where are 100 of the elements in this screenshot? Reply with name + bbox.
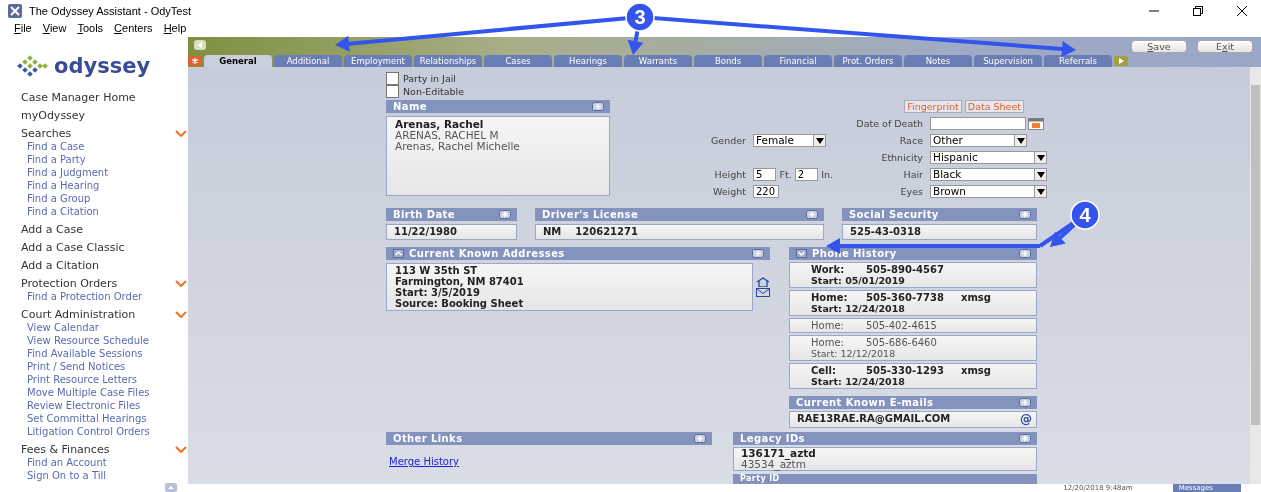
email-icon[interactable]: @	[1020, 412, 1032, 427]
chevron-icon[interactable]	[175, 311, 187, 318]
date-field[interactable]	[930, 117, 1026, 130]
nav-link[interactable]: Add a Citation	[21, 259, 181, 272]
house-icon[interactable]	[756, 277, 770, 287]
nav-link[interactable]: Find an Account	[21, 456, 181, 469]
unit-label: Ft.	[779, 169, 792, 180]
link[interactable]: Merge History	[389, 456, 459, 467]
chevron-icon[interactable]	[175, 130, 187, 137]
link-button[interactable]: Data Sheet	[964, 100, 1024, 113]
calendar-icon[interactable]	[1028, 117, 1044, 130]
caret-icon[interactable]	[1036, 171, 1045, 178]
nav-link[interactable]: Add a Case	[21, 223, 181, 236]
tab[interactable]: Employment	[344, 55, 412, 67]
dropdown[interactable]: Black	[930, 168, 1047, 181]
tab[interactable]: Prot. Orders	[834, 55, 902, 67]
dropdown[interactable]: Female	[753, 134, 826, 147]
nav-link[interactable]: Find a Case	[21, 140, 181, 153]
menu-item[interactable]: View	[42, 22, 67, 37]
nav-link[interactable]: Print Resource Letters	[21, 373, 181, 386]
nav-link[interactable]: Print / Send Notices	[21, 360, 181, 373]
next-icon[interactable]	[1114, 55, 1128, 66]
plus-icon[interactable]	[1019, 249, 1031, 258]
back-icon[interactable]	[194, 40, 206, 50]
nav-link[interactable]: Litigation Control Orders	[21, 425, 181, 438]
menu-item[interactable]: Centers	[114, 22, 153, 37]
nav-group[interactable]: Court Administration	[21, 308, 136, 321]
nav-link[interactable]: Find a Hearing	[21, 179, 181, 192]
checkbox[interactable]	[386, 85, 399, 98]
plus-icon[interactable]	[694, 434, 706, 443]
dropdown[interactable]: Other	[930, 134, 1027, 147]
nav-link[interactable]: View Calendar	[21, 321, 181, 334]
dropdown[interactable]: Hispanic	[930, 151, 1047, 164]
nav-link[interactable]: Find a Citation	[21, 205, 181, 218]
scrollbar[interactable]	[1250, 67, 1261, 484]
toolbar-button[interactable]: Exit	[1197, 40, 1253, 53]
plus-icon[interactable]	[592, 102, 604, 111]
nav-link[interactable]: myOdyssey	[21, 109, 181, 122]
nav-link[interactable]: View Resource Schedule	[21, 334, 181, 347]
tab[interactable]: Referrals	[1044, 55, 1112, 67]
checkbox[interactable]	[386, 72, 399, 85]
tab[interactable]: Bonds	[694, 55, 762, 67]
plus-icon[interactable]	[1019, 434, 1031, 443]
menu-item[interactable]: Tools	[77, 22, 104, 37]
menu-item[interactable]: File	[14, 22, 32, 37]
collapse-icon[interactable]	[393, 249, 404, 258]
phone-entry: Home: 505-402-4615	[789, 318, 1037, 333]
nav-link[interactable]: Case Manager Home	[21, 91, 181, 104]
input-field[interactable]: 5	[753, 168, 777, 181]
caret-icon[interactable]	[1036, 188, 1045, 195]
link-button[interactable]: Fingerprint	[904, 100, 962, 113]
tab[interactable]: Notes	[904, 55, 972, 67]
plus-icon[interactable]	[1019, 398, 1031, 407]
nav-link[interactable]: Find a Party	[21, 153, 181, 166]
tab[interactable]: Hearings	[554, 55, 622, 67]
nav-group[interactable]: Protection Orders	[21, 277, 118, 290]
nav-link[interactable]: Add a Case Classic	[21, 241, 181, 254]
caret-icon[interactable]	[1016, 137, 1025, 144]
nav-link[interactable]: Move Multiple Case Files	[21, 386, 181, 399]
envelope-icon[interactable]	[756, 288, 770, 297]
plus-icon[interactable]	[806, 210, 818, 219]
expand-icon[interactable]	[796, 249, 807, 258]
nav-link[interactable]: Set Committal Hearings	[21, 412, 181, 425]
tab[interactable]: Supervision	[974, 55, 1042, 67]
tab[interactable]: Cases	[484, 55, 552, 67]
chevron-icon[interactable]	[175, 280, 187, 287]
input-field[interactable]: 2	[794, 168, 819, 181]
tab[interactable]: Relationships	[414, 55, 482, 67]
field-label: Hair	[903, 169, 923, 180]
toolbar-button[interactable]: Save	[1131, 40, 1187, 53]
tab[interactable]: Additional	[274, 55, 342, 67]
section-title: Other Links	[393, 433, 464, 444]
plus-icon[interactable]	[1019, 210, 1031, 219]
section-title: Social Security	[849, 209, 940, 220]
star-icon[interactable]	[188, 55, 202, 66]
caret-icon[interactable]	[815, 137, 824, 144]
menu-item[interactable]: Help	[163, 22, 187, 37]
section-title: Current Known Addresses	[409, 248, 566, 259]
input-field[interactable]: 220	[753, 185, 779, 198]
caret-icon[interactable]	[1036, 154, 1045, 161]
tab[interactable]: Financial	[764, 55, 832, 67]
close-icon[interactable]	[1237, 6, 1247, 16]
tab[interactable]: Warrants	[624, 55, 692, 67]
section-title: Party ID	[740, 474, 781, 484]
nav-link[interactable]: Find a Group	[21, 192, 181, 205]
nav-link[interactable]: Review Electronic Files	[21, 399, 181, 412]
nav-group[interactable]: Searches	[21, 127, 72, 140]
nav-link[interactable]: Find a Judgment	[21, 166, 181, 179]
address-text: 113 W 35th ST Farmington, NM 87401 Start: 3/5/2019 Source: Booking Sheet	[386, 263, 753, 311]
nav-group[interactable]: Fees & Finances	[21, 443, 110, 456]
nav-link[interactable]: Find Available Sessions	[21, 347, 181, 360]
nav-link[interactable]: Sign On to a Till	[21, 469, 181, 482]
restore-icon[interactable]	[1193, 6, 1203, 16]
field-label: Eyes	[900, 186, 923, 197]
dropdown[interactable]: Brown	[930, 185, 1047, 198]
tab[interactable]: General	[204, 55, 272, 67]
chevron-icon[interactable]	[175, 446, 187, 453]
plus-icon[interactable]	[752, 249, 764, 258]
plus-icon[interactable]	[499, 210, 511, 219]
nav-link[interactable]: Find a Protection Order	[21, 290, 181, 303]
